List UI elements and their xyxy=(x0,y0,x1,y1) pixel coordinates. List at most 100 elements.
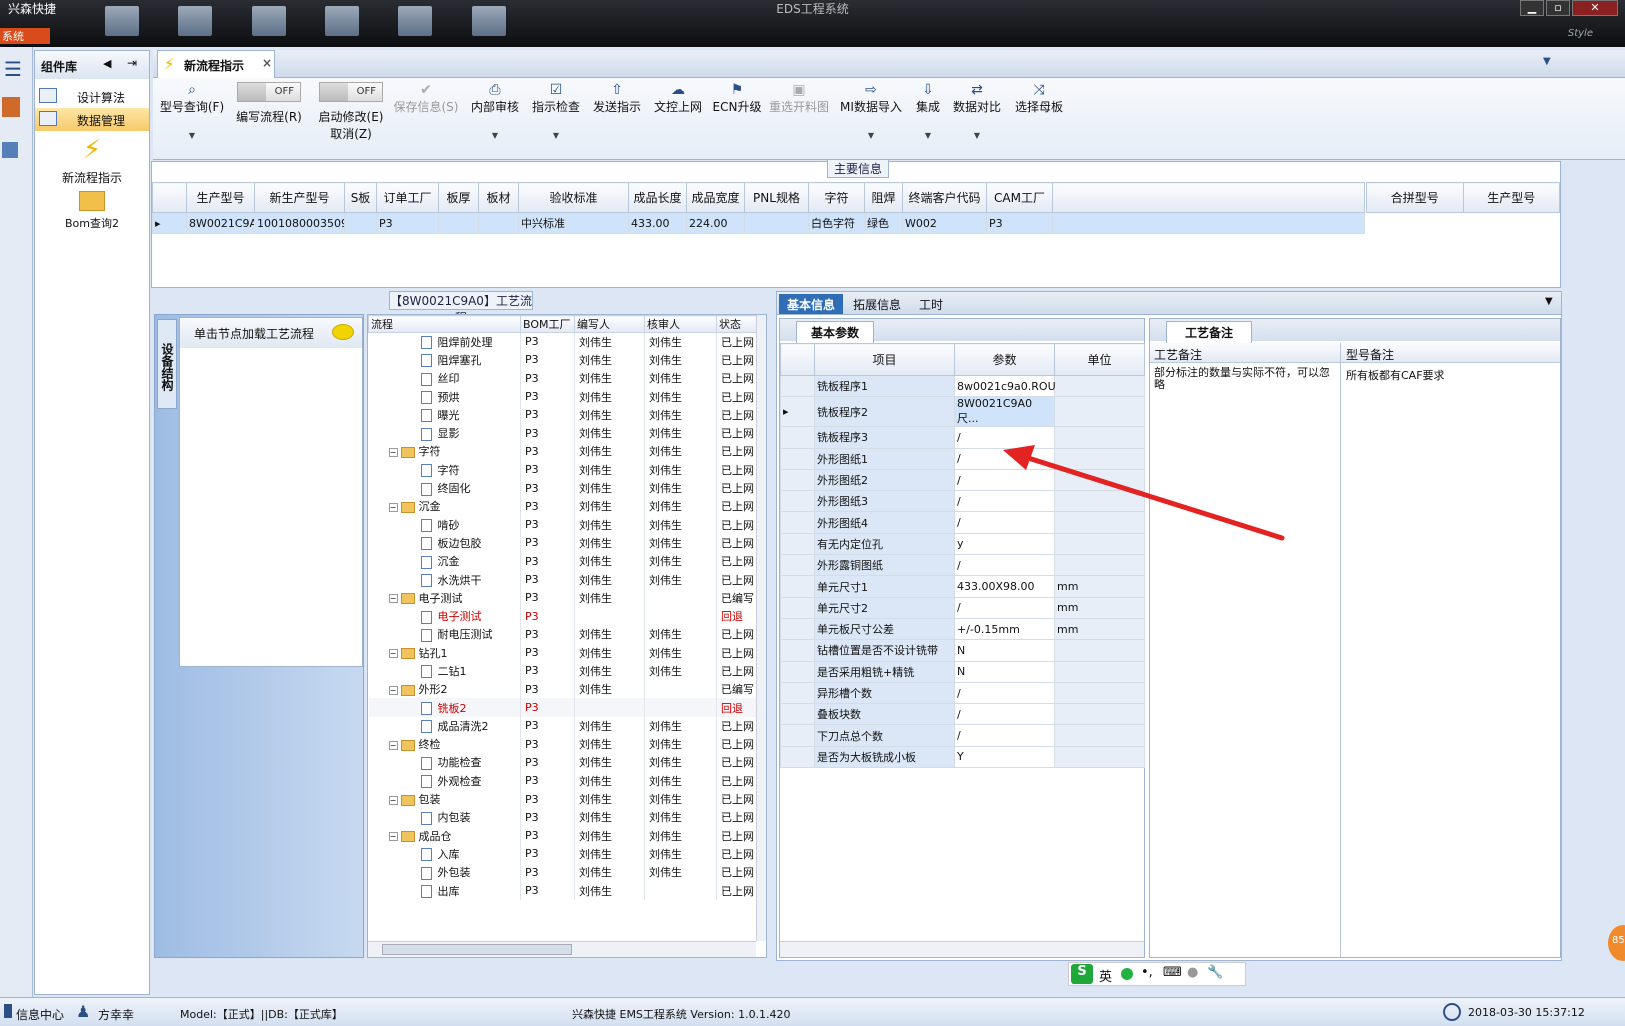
collapse-toggle-icon[interactable]: − xyxy=(388,594,398,604)
tree-cell-writer[interactable]: 刘伟生 xyxy=(574,515,645,534)
scrollbar-thumb[interactable] xyxy=(382,944,572,955)
tree-cell-factory[interactable]: P3 xyxy=(520,405,575,424)
tree-cell-reviewer[interactable]: 刘伟生 xyxy=(644,497,717,516)
column-header[interactable]: 成品宽度 xyxy=(686,182,745,213)
tree-node[interactable]: 阻焊前处理 xyxy=(368,332,521,351)
tree-cell-status[interactable]: 已上网 xyxy=(716,405,757,424)
tree-cell-writer[interactable]: 刘伟生 xyxy=(574,661,645,681)
tree-row[interactable]: 字符 P3 刘伟生 刘伟生 已上网 xyxy=(368,460,757,479)
tree-cell-writer[interactable]: 刘伟生 xyxy=(574,442,645,461)
tree-cell-factory[interactable]: P3 xyxy=(520,552,575,571)
tree-row[interactable]: 沉金 P3 刘伟生 刘伟生 已上网 xyxy=(368,552,757,571)
tree-cell-reviewer[interactable]: 刘伟生 xyxy=(644,808,717,827)
ime-status-icon[interactable] xyxy=(1121,968,1133,980)
tree-cell-factory[interactable]: P3 xyxy=(520,460,575,479)
wrench-icon[interactable]: 🔧 xyxy=(1207,965,1223,980)
data-compare-button[interactable]: ⇄ 数据对比 ▼ xyxy=(949,82,1005,140)
tree-node[interactable]: 内包装 xyxy=(368,808,521,827)
tree-cell-factory[interactable]: P3 xyxy=(520,698,575,717)
integrate-button[interactable]: ⇩ 集成 ▼ xyxy=(911,82,945,140)
tree-cell-reviewer[interactable]: 刘伟生 xyxy=(644,716,717,736)
column-header[interactable]: 成品长度 xyxy=(628,182,687,213)
tree-cell-status[interactable]: 已上网 xyxy=(716,350,757,370)
model-query-button[interactable]: ⌕ 型号查询(F) ▼ xyxy=(157,82,227,140)
tree-cell-factory[interactable]: P3 xyxy=(520,716,575,736)
tree-cell-status[interactable]: 已上网 xyxy=(716,369,757,388)
tree-cell-factory[interactable]: P3 xyxy=(520,808,575,827)
tree-cell-reviewer[interactable]: 刘伟生 xyxy=(644,533,717,553)
tree-cell-writer[interactable]: 刘伟生 xyxy=(574,643,645,662)
tree-cell-status[interactable]: 已上网 xyxy=(716,735,757,754)
tree-row[interactable]: 功能检查 P3 刘伟生 刘伟生 已上网 xyxy=(368,753,757,772)
tree-cell-reviewer[interactable]: 刘伟生 xyxy=(644,661,717,681)
tree-row[interactable]: 出库 P3 刘伟生 已上网 xyxy=(368,881,757,900)
tree-cell-factory[interactable]: P3 xyxy=(520,515,575,534)
tree-node[interactable]: − 终检 xyxy=(368,735,521,754)
tree-node[interactable]: 成品清洗2 xyxy=(368,716,521,736)
tree-cell-reviewer[interactable]: 刘伟生 xyxy=(644,369,717,388)
tree-cell-writer[interactable]: 刘伟生 xyxy=(574,826,645,845)
column-header[interactable]: 流程 xyxy=(368,315,521,333)
column-header[interactable]: 验收标准 xyxy=(518,182,629,213)
tree-cell-writer[interactable]: 刘伟生 xyxy=(574,753,645,772)
tree-node[interactable]: 预烘 xyxy=(368,387,521,406)
tree-row[interactable]: 水洗烘干 P3 刘伟生 刘伟生 已上网 xyxy=(368,570,757,589)
tree-cell-writer[interactable] xyxy=(574,698,645,717)
column-header[interactable]: CAM工厂 xyxy=(986,182,1053,213)
column-header[interactable]: 板材 xyxy=(478,182,519,213)
tree-node[interactable]: 水洗烘干 xyxy=(368,570,521,589)
tree-cell-status[interactable]: 已上网 xyxy=(716,643,757,662)
tree-cell-writer[interactable]: 刘伟生 xyxy=(574,771,645,790)
tree-node[interactable]: 耐电压测试 xyxy=(368,625,521,644)
collapse-toggle-icon[interactable]: − xyxy=(388,832,398,842)
table-cell[interactable]: 白色字符 xyxy=(808,212,865,234)
column-header[interactable]: 板厚 xyxy=(438,182,479,213)
tree-cell-status[interactable]: 回退 xyxy=(716,606,757,626)
tree-node[interactable]: 板边包胶 xyxy=(368,533,521,553)
tree-cell-reviewer[interactable]: 刘伟生 xyxy=(644,625,717,644)
tree-node[interactable]: 显影 xyxy=(368,423,521,443)
tree-cell-factory[interactable]: P3 xyxy=(520,881,575,900)
table-cell[interactable]: 8W0021C9A0 xyxy=(186,212,255,234)
column-header[interactable]: 合拼型号 xyxy=(1366,182,1464,213)
info-center-link[interactable]: 信息中心 xyxy=(16,1006,64,1023)
collapse-toggle-icon[interactable]: − xyxy=(388,447,398,457)
tree-node[interactable]: 功能检查 xyxy=(368,753,521,772)
tree-cell-reviewer[interactable]: 刘伟生 xyxy=(644,515,717,534)
tree-cell-status[interactable]: 已上网 xyxy=(716,478,757,498)
tree-cell-factory[interactable]: P3 xyxy=(520,423,575,443)
tree-node[interactable]: 铣板2 xyxy=(368,698,521,717)
tree-node[interactable]: 出库 xyxy=(368,881,521,900)
column-header[interactable]: 状态 xyxy=(716,315,757,333)
tree-cell-status[interactable]: 已上网 xyxy=(716,753,757,772)
tree-cell-writer[interactable] xyxy=(574,606,645,626)
tree-cell-reviewer[interactable] xyxy=(644,698,717,717)
tree-row[interactable]: 外包装 P3 刘伟生 刘伟生 已上网 xyxy=(368,863,757,882)
tree-cell-writer[interactable]: 刘伟生 xyxy=(574,350,645,370)
close-button[interactable]: ✕ xyxy=(1572,0,1618,16)
tree-cell-status[interactable]: 已上网 xyxy=(716,460,757,479)
tree-cell-writer[interactable]: 刘伟生 xyxy=(574,533,645,553)
tree-cell-writer[interactable]: 刘伟生 xyxy=(574,808,645,827)
tree-cell-reviewer[interactable]: 刘伟生 xyxy=(644,387,717,406)
tree-cell-reviewer[interactable]: 刘伟生 xyxy=(644,789,717,809)
tree-row[interactable]: 丝印 P3 刘伟生 刘伟生 已上网 xyxy=(368,369,757,388)
tree-row[interactable]: 预烘 P3 刘伟生 刘伟生 已上网 xyxy=(368,387,757,406)
tree-cell-reviewer[interactable]: 刘伟生 xyxy=(644,735,717,754)
tree-cell-factory[interactable]: P3 xyxy=(520,478,575,498)
tree-row[interactable]: 曝光 P3 刘伟生 刘伟生 已上网 xyxy=(368,405,757,424)
tree-cell-reviewer[interactable] xyxy=(644,881,717,900)
toggle-switch[interactable]: OFF xyxy=(319,82,383,102)
tree-cell-status[interactable]: 已编写 xyxy=(716,588,757,607)
tree-cell-writer[interactable]: 刘伟生 xyxy=(574,844,645,864)
tree-row[interactable]: − 钻孔1 P3 刘伟生 刘伟生 已上网 xyxy=(368,643,757,662)
tree-cell-factory[interactable]: P3 xyxy=(520,771,575,790)
tree-cell-status[interactable]: 已上网 xyxy=(716,625,757,644)
tab-new-process[interactable]: ⚡ 新流程指示 × xyxy=(157,50,275,78)
collapse-toggle-icon[interactable]: − xyxy=(388,685,398,695)
tree-cell-writer[interactable]: 刘伟生 xyxy=(574,570,645,589)
notification-badge[interactable]: 85 xyxy=(1608,925,1625,961)
tree-cell-factory[interactable]: P3 xyxy=(520,350,575,370)
column-header[interactable]: 生产型号 xyxy=(1462,182,1560,213)
menu-icon[interactable]: ☰ xyxy=(4,57,22,81)
